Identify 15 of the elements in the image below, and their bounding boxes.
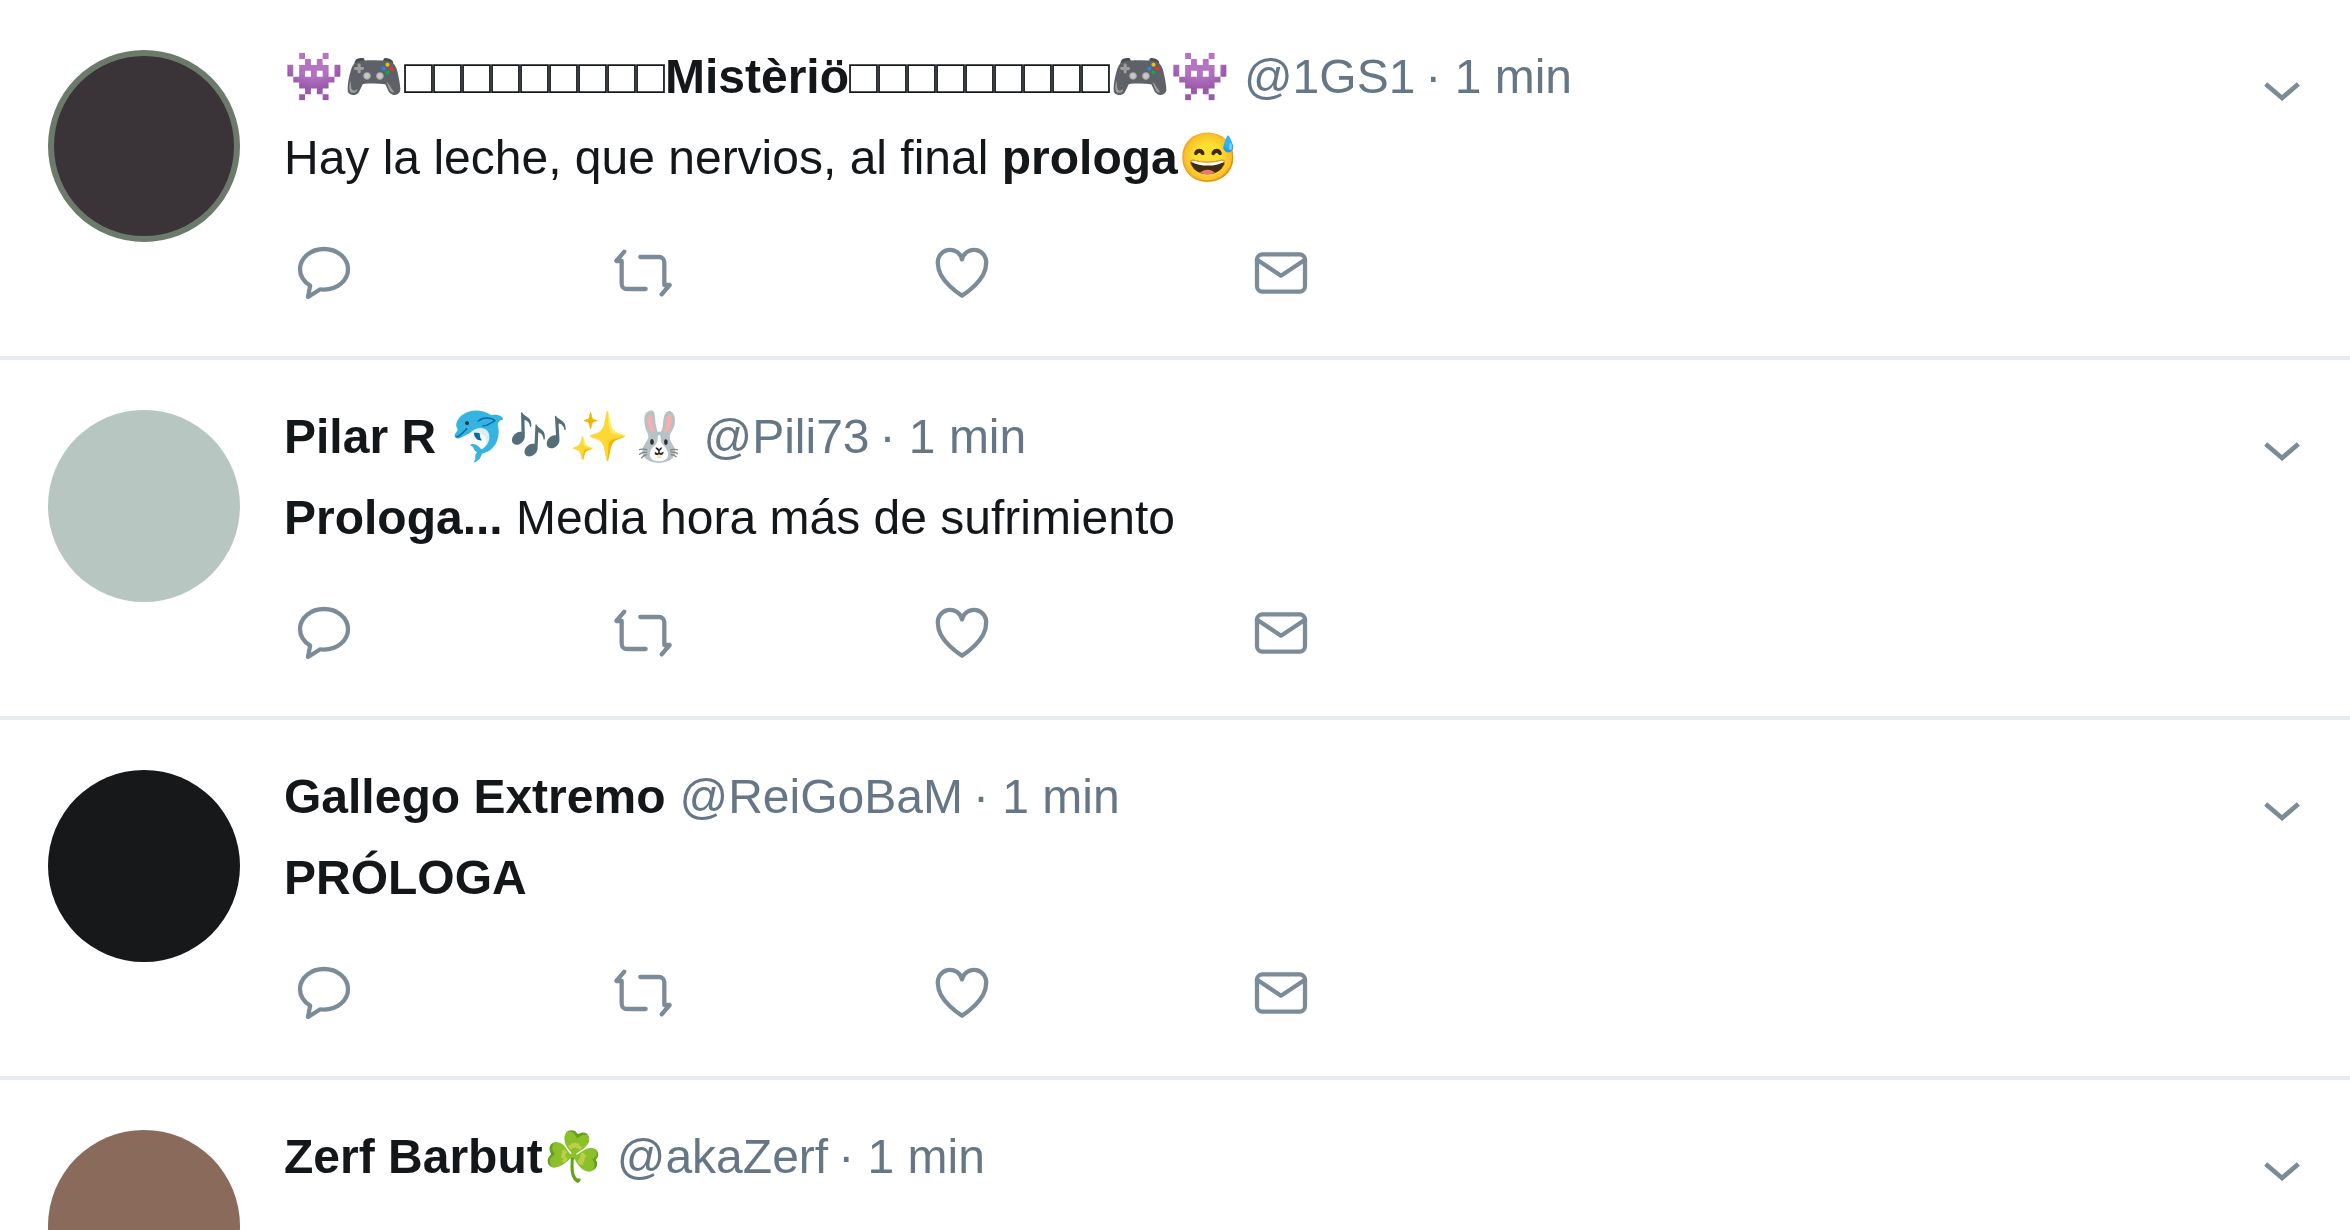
user-name[interactable]: Zerf Barbut☘ [284,1125,603,1189]
user-handle[interactable]: @ReiGoBaM [679,765,963,829]
tweet-text: Hay la leche, que nervios, al final prologa😅 [284,130,1239,186]
user-name[interactable]: Gallego Extremo [284,765,666,829]
user-handle[interactable]: @Pili73 [703,405,870,469]
tweet-time[interactable]: · 1 min [972,765,1120,829]
user-name[interactable]: Pilar R 🐬🎶✨🐰 [284,405,690,469]
tweet-time[interactable]: · 1 min [838,1125,985,1189]
user-name[interactable]: 👾🎮□□□□□□□□□Mistèriö□□□□□□□□□🎮👾 [284,45,1230,109]
tweet-time[interactable]: · 1 min [1425,45,1573,109]
user-handle[interactable]: @1GS1 [1243,45,1416,109]
tweet-time[interactable]: · 1 min [879,405,1027,469]
user-handle[interactable]: @akaZerf [616,1125,829,1189]
tweet-text: Prologa... Media hora más de sufrimiento [284,490,1176,546]
tweet-text: PRÓLOGA [284,849,528,906]
